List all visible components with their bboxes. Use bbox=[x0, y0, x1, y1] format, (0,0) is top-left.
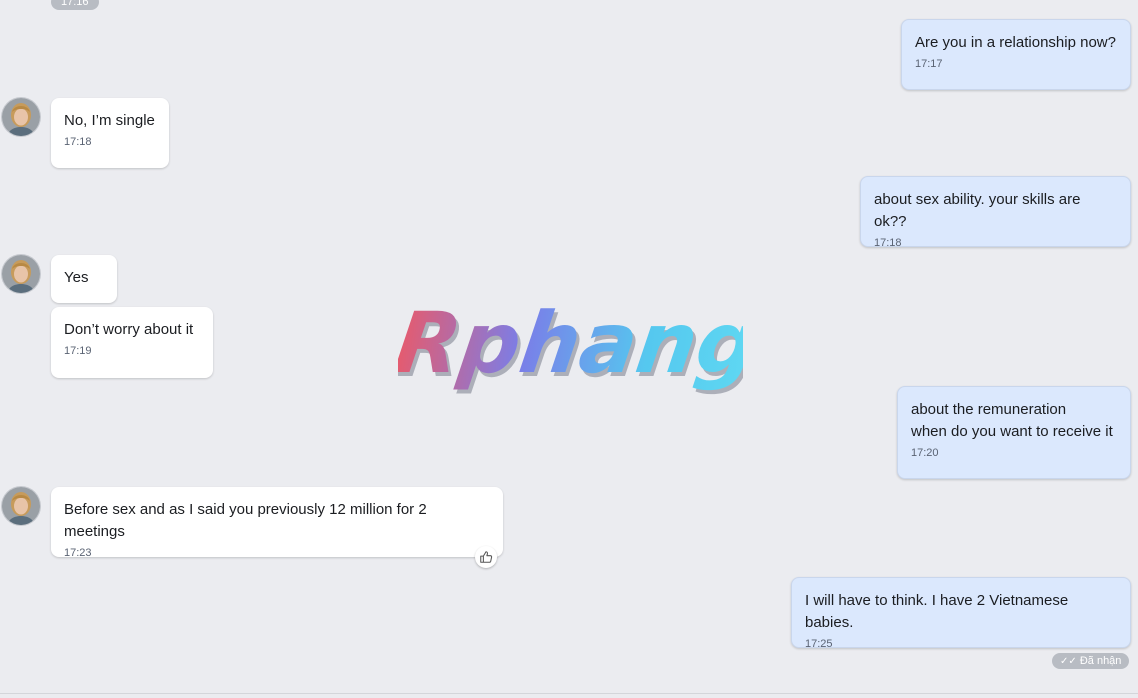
message-time: 17:20 bbox=[911, 447, 939, 459]
watermark-text: Rphang bbox=[398, 300, 743, 396]
message-text: about sex ability. your skills are ok?? bbox=[874, 191, 1081, 230]
message-time: 17:17 bbox=[915, 58, 943, 70]
avatar[interactable] bbox=[2, 487, 40, 525]
time-pill: 17:16 bbox=[51, 0, 99, 10]
outgoing-message[interactable]: Are you in a relationship now? 17:17 bbox=[901, 19, 1131, 90]
message-text: Are you in a relationship now? bbox=[915, 34, 1116, 51]
message-text: about the remuneration when do you want … bbox=[911, 401, 1113, 440]
outgoing-message[interactable]: about sex ability. your skills are ok?? … bbox=[860, 176, 1131, 249]
incoming-message[interactable]: Yes bbox=[51, 255, 117, 303]
outgoing-message[interactable]: about the remuneration when do you want … bbox=[897, 386, 1131, 479]
message-time: 17:23 bbox=[64, 547, 92, 559]
incoming-message[interactable]: Don’t worry about it 17:19 bbox=[51, 307, 213, 378]
message-text: I will have to think. I have 2 Vietnames… bbox=[805, 592, 1069, 631]
bottom-divider bbox=[0, 693, 1138, 694]
avatar[interactable] bbox=[2, 255, 40, 293]
delivery-status: ✓✓ Đã nhận bbox=[1052, 653, 1130, 669]
message-time: 17:25 bbox=[805, 638, 833, 650]
message-text: Don’t worry about it bbox=[64, 321, 194, 338]
message-text: Before sex and as I said you previously … bbox=[64, 501, 427, 540]
message-time: 17:19 bbox=[64, 345, 92, 357]
status-label: Đã nhận bbox=[1079, 655, 1122, 667]
double-check-icon: ✓✓ bbox=[1060, 656, 1077, 667]
message-time: 17:18 bbox=[64, 136, 92, 148]
avatar[interactable] bbox=[2, 98, 40, 136]
watermark-logo: Rphang Rphang bbox=[398, 300, 743, 396]
incoming-message[interactable]: No, I’m single 17:18 bbox=[51, 98, 169, 168]
message-text: No, I’m single bbox=[64, 112, 155, 129]
outgoing-message[interactable]: I will have to think. I have 2 Vietnames… bbox=[791, 577, 1131, 650]
message-time: 17:18 bbox=[874, 237, 902, 249]
thumbs-up-icon[interactable] bbox=[475, 546, 497, 568]
watermark-text: Rphang bbox=[398, 300, 743, 392]
message-text: Yes bbox=[64, 269, 89, 286]
incoming-message[interactable]: Before sex and as I said you previously … bbox=[51, 487, 503, 559]
